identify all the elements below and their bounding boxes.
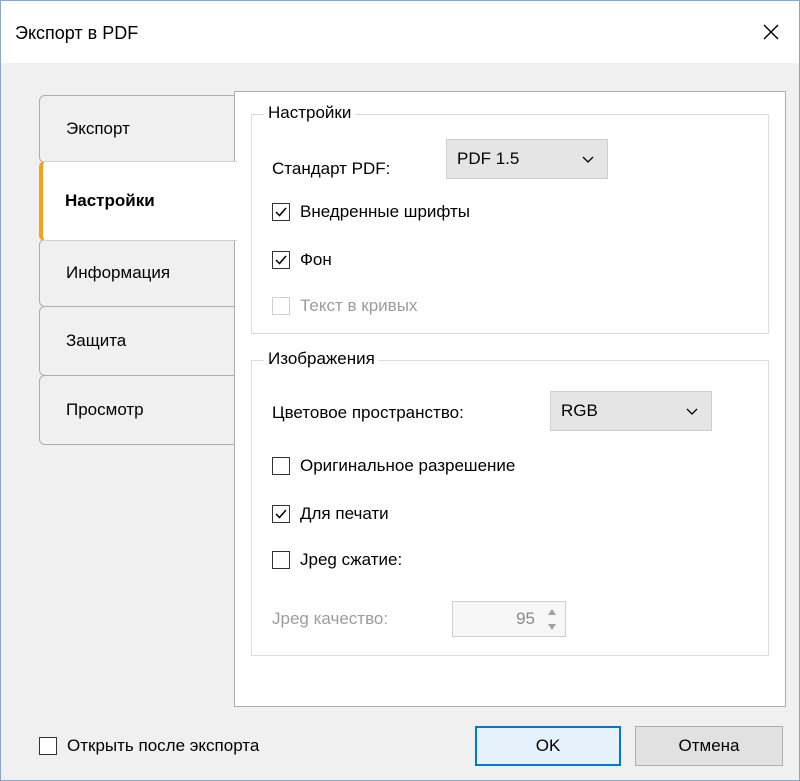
checkbox-box[interactable] <box>272 551 290 569</box>
button-label: Отмена <box>678 736 740 755</box>
embedded-fonts-checkbox[interactable]: Внедренные шрифты <box>272 199 470 225</box>
settings-panel: Настройки Стандарт PDF: PDF 1.5 Внедренн… <box>234 91 786 707</box>
jpeg-compression-checkbox[interactable]: Jpeg сжатие: <box>272 547 402 573</box>
checkbox-box[interactable] <box>272 251 290 269</box>
tab-settings[interactable]: Настройки <box>39 161 237 241</box>
open-after-export-checkbox[interactable]: Открыть после экспорта <box>39 733 259 759</box>
tab-label: Экспорт <box>66 119 130 138</box>
for-print-checkbox[interactable]: Для печати <box>272 501 389 527</box>
checkbox-box[interactable] <box>272 203 290 221</box>
ok-button[interactable]: OK <box>475 726 621 766</box>
checkbox-box[interactable] <box>39 737 57 755</box>
group-legend: Настройки <box>264 103 356 123</box>
checkbox-box <box>272 297 290 315</box>
tab-security[interactable]: Защита <box>39 306 235 376</box>
pdf-standard-label: Стандарт PDF: <box>272 159 391 178</box>
button-label: OK <box>535 736 561 755</box>
settings-group: Настройки Стандарт PDF: PDF 1.5 Внедренн… <box>251 103 769 334</box>
spinner-down <box>541 619 563 634</box>
jpeg-quality-row: Jpeg качество: <box>272 601 388 637</box>
chevron-up-icon <box>548 608 556 615</box>
checkbox-label: Открыть после экспорта <box>67 736 260 755</box>
cancel-button[interactable]: Отмена <box>635 726 783 766</box>
checkmark-icon <box>275 509 287 519</box>
background-checkbox[interactable]: Фон <box>272 247 332 273</box>
chevron-down-icon <box>548 623 556 630</box>
images-group: Изображения Цветовое пространство: RGB О… <box>251 349 769 656</box>
checkmark-icon <box>275 255 287 265</box>
tab-label: Защита <box>66 331 127 350</box>
color-space-row: Цветовое пространство: <box>272 393 464 433</box>
spinner-up <box>541 604 563 619</box>
checkbox-label: Оригинальное разрешение <box>300 456 516 475</box>
tab-export[interactable]: Экспорт <box>39 95 235 163</box>
export-pdf-dialog: Экспорт в PDF Экспорт Настройки Информац… <box>0 0 800 781</box>
checkbox-box[interactable] <box>272 505 290 523</box>
pdf-standard-select[interactable]: PDF 1.5 <box>446 139 608 179</box>
tab-label: Просмотр <box>66 400 144 419</box>
group-legend: Изображения <box>264 349 379 369</box>
checkbox-box[interactable] <box>272 457 290 475</box>
tab-preview[interactable]: Просмотр <box>39 375 235 445</box>
checkbox-label: Фон <box>300 250 332 269</box>
tab-info[interactable]: Информация <box>39 239 235 307</box>
jpeg-quality-label: Jpeg качество: <box>272 609 389 628</box>
spinner-buttons <box>541 604 563 634</box>
chevron-down-icon <box>582 156 594 163</box>
text-curves-checkbox: Текст в кривых <box>272 293 417 319</box>
title-bar: Экспорт в PDF <box>1 1 799 63</box>
checkbox-label: Для печати <box>300 504 389 523</box>
chevron-down-icon <box>686 408 698 415</box>
window-title: Экспорт в PDF <box>15 23 139 43</box>
select-value: PDF 1.5 <box>457 149 520 168</box>
tab-label: Настройки <box>65 191 155 210</box>
spinner-value: 95 <box>516 609 535 628</box>
jpeg-quality-spinner: 95 <box>452 601 566 637</box>
pdf-standard-row: Стандарт PDF: <box>272 149 390 189</box>
close-icon <box>763 24 779 40</box>
color-space-select[interactable]: RGB <box>550 391 712 431</box>
select-value: RGB <box>561 401 598 420</box>
tab-label: Информация <box>66 263 171 282</box>
close-button[interactable] <box>743 1 799 63</box>
checkbox-label: Jpeg сжатие: <box>300 550 403 569</box>
checkbox-label: Текст в кривых <box>300 296 418 315</box>
color-space-label: Цветовое пространство: <box>272 403 464 422</box>
original-resolution-checkbox[interactable]: Оригинальное разрешение <box>272 453 515 479</box>
checkmark-icon <box>275 207 287 217</box>
checkbox-label: Внедренные шрифты <box>300 202 471 221</box>
